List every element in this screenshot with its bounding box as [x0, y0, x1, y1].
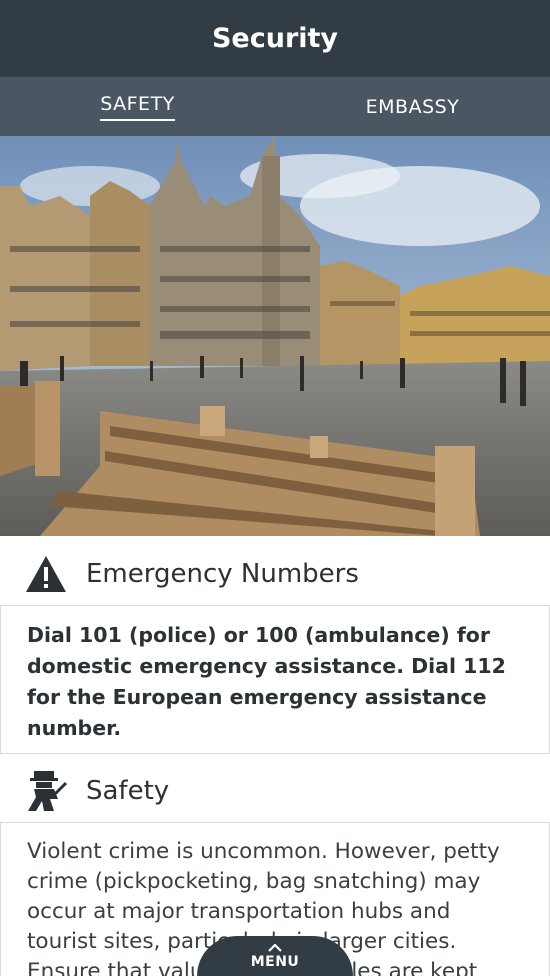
chevron-up-icon: [268, 944, 282, 952]
tab-embassy-label: EMBASSY: [365, 95, 460, 118]
tab-embassy[interactable]: EMBASSY: [275, 77, 550, 136]
emergency-numbers-card: Dial 101 (police) or 100 (ambulance) for…: [0, 605, 550, 754]
warning-icon: [24, 552, 68, 596]
thief-icon: [24, 769, 68, 813]
safety-header: Safety: [0, 766, 550, 816]
tab-safety-label: SAFETY: [100, 93, 175, 121]
tab-safety[interactable]: SAFETY: [0, 77, 275, 136]
app-header: Security: [0, 0, 550, 77]
tab-bar: SAFETY EMBASSY: [0, 77, 550, 136]
emergency-numbers-title: Emergency Numbers: [86, 559, 359, 589]
menu-label: MENU: [250, 954, 300, 970]
hero-image: [0, 136, 550, 536]
emergency-numbers-header: Emergency Numbers: [0, 549, 550, 599]
emergency-numbers-text: Dial 101 (police) or 100 (ambulance) for…: [27, 623, 506, 740]
menu-button[interactable]: MENU: [197, 936, 353, 976]
safety-title: Safety: [86, 776, 170, 806]
page-title: Security: [211, 23, 339, 54]
city-square-illustration: [0, 136, 550, 536]
